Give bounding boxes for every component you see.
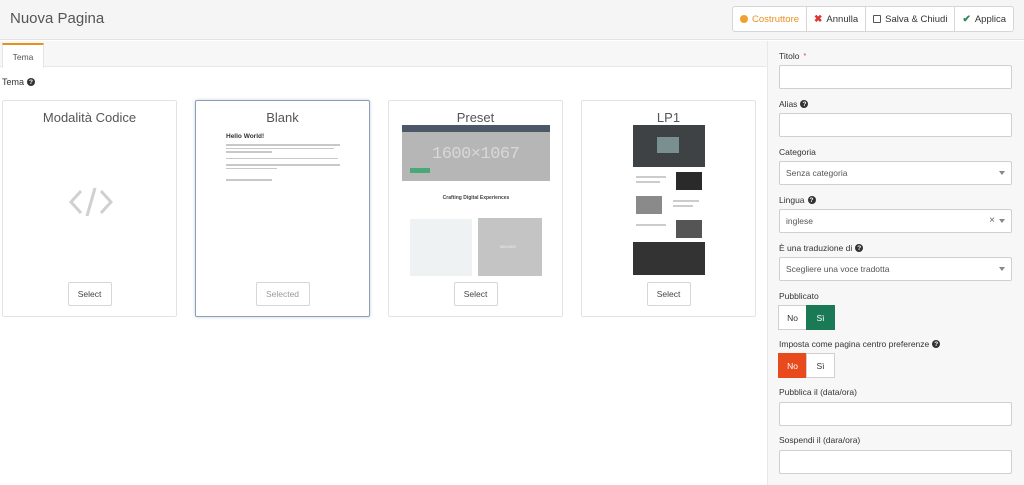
preferenze-label: Imposta come pagina centro preferenze? [779,339,941,349]
traduzione-label: È una traduzione di? [779,243,864,253]
preferenze-si-button[interactable]: Sì [806,353,835,378]
main-area: Tema Tema ? Modalità Codice Select Blank… [0,41,767,485]
tab-tema[interactable]: Tema [2,43,44,68]
select-button[interactable]: Select [646,282,691,306]
pubblica-il-label: Pubblica il (data/ora) [779,387,857,397]
close-icon: ✖ [814,13,823,25]
pubblicato-label: Pubblicato [779,291,819,301]
apply-button[interactable]: ✔ Applica [954,6,1014,32]
lingua-value: inglese [786,216,813,226]
template-title: Preset [456,110,495,125]
template-title: Modalità Codice [42,110,137,125]
theme-label: Tema [2,77,25,87]
clear-icon[interactable]: × [989,215,995,226]
builder-label: Costruttore [752,13,800,25]
builder-icon [740,15,749,23]
help-icon[interactable]: ? [27,78,36,86]
code-icon [69,187,113,217]
template-card-blank[interactable]: Blank Hello World! Selected [195,100,370,317]
page-title: Nuova Pagina [10,10,105,27]
help-icon[interactable]: ? [855,244,864,252]
preferenze-no-button[interactable]: No [778,353,807,378]
blank-preview: Hello World! [226,133,340,183]
lingua-label: Lingua? [779,195,816,205]
pubblicato-no-button[interactable]: No [778,305,807,330]
pubblicato-toggle: No Sì [778,305,835,330]
preview-img-text: 580×500 [500,244,516,249]
titolo-input[interactable] [779,65,1012,89]
preview-heading: Hello World! [226,133,265,140]
tab-bar: Tema [0,41,767,68]
alias-label: Alias? [779,99,809,109]
pubblica-il-input[interactable] [779,402,1012,426]
categoria-label: Categoria [779,147,816,157]
template-card-preset[interactable]: Preset 1600×1067 Crafting Digital Experi… [388,100,563,317]
categoria-select[interactable]: Senza categoria [779,161,1012,185]
save-close-button[interactable]: Salva & Chiudi [865,6,956,32]
titolo-label-text: Titolo [779,51,800,61]
template-title: Blank [266,110,299,125]
preview-heading: Crafting Digital Experiences [442,195,510,201]
alias-input[interactable] [779,113,1012,137]
selected-button[interactable]: Selected [255,282,310,306]
template-card-lp1[interactable]: LP1 Select [581,100,756,317]
categoria-value: Senza categoria [786,168,848,178]
cancel-label: Annulla [826,13,859,25]
help-icon[interactable]: ? [932,340,941,348]
save-close-label: Salva & Chiudi [885,13,948,25]
chevron-down-icon [999,171,1005,175]
lingua-select[interactable]: inglese × [779,209,1012,233]
cancel-button[interactable]: ✖ Annulla [806,6,867,32]
header-bar: Nuova Pagina Costruttore ✖ Annulla Salva… [0,0,1024,40]
select-button[interactable]: Select [453,282,498,306]
lingua-label-text: Lingua [779,195,805,205]
preferenze-label-text: Imposta come pagina centro preferenze [779,339,930,349]
toolbar: Costruttore ✖ Annulla Salva & Chiudi ✔ A… [732,6,1014,32]
select-button[interactable]: Select [67,282,112,306]
preview-hero-text: 1600×1067 [432,145,520,164]
theme-section-label: Tema ? [2,77,36,87]
alias-label-text: Alias [779,99,798,109]
pubblicato-si-button[interactable]: Sì [806,305,835,330]
template-card-code[interactable]: Modalità Codice Select [2,100,177,317]
save-icon [873,15,882,23]
sospendi-il-input[interactable] [779,450,1012,474]
required-marker: * [803,52,807,60]
builder-button[interactable]: Costruttore [732,6,808,32]
help-icon[interactable]: ? [800,100,809,108]
traduzione-select[interactable]: Scegliere una voce tradotta [779,257,1012,281]
chevron-down-icon [999,219,1005,223]
properties-sidebar: Titolo * Alias? Categoria Senza categoria… [767,41,1024,485]
traduzione-label-text: È una traduzione di [779,243,853,253]
traduzione-placeholder: Scegliere una voce tradotta [786,264,890,274]
apply-label: Applica [974,13,1006,25]
lp1-preview [633,125,705,275]
preferenze-toggle: No Sì [778,353,835,378]
help-icon[interactable]: ? [807,196,816,204]
titolo-label: Titolo * [779,51,806,61]
template-title: LP1 [656,110,681,125]
chevron-down-icon [999,267,1005,271]
sospendi-il-label: Sospendi il (dara/ora) [779,435,861,445]
preset-preview: 1600×1067 Crafting Digital Experiences 5… [402,125,550,277]
check-icon: ✔ [962,13,971,25]
